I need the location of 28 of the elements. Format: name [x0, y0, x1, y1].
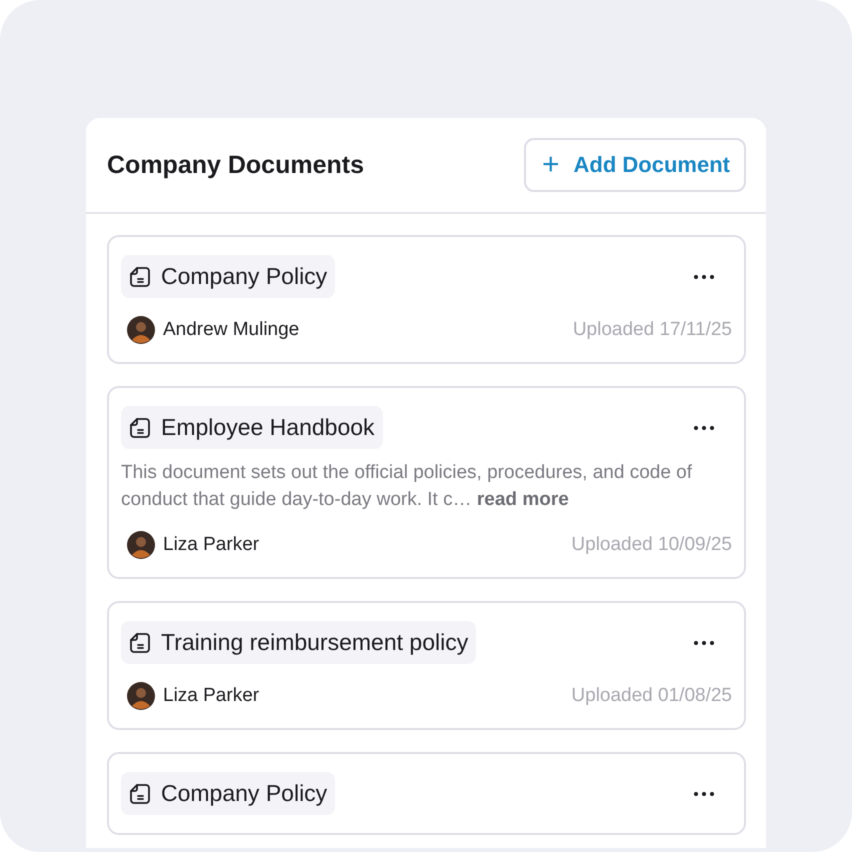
upload-date: Uploaded 01/08/25 — [571, 685, 732, 707]
upload-date: Uploaded 10/09/25 — [571, 534, 732, 556]
more-options-icon[interactable] — [692, 424, 716, 432]
document-title[interactable]: Employee Handbook — [121, 406, 383, 449]
author-name: Andrew Mulinge — [163, 319, 300, 341]
document-title[interactable]: Company Policy — [121, 255, 336, 298]
author-name: Liza Parker — [163, 534, 260, 556]
more-options-icon[interactable] — [692, 790, 716, 798]
upload-date: Uploaded 17/11/25 — [572, 319, 732, 341]
document-icon — [129, 782, 151, 804]
more-options-icon[interactable] — [692, 272, 716, 280]
document-card[interactable]: Company Policy — [107, 752, 746, 835]
document-title[interactable]: Company Policy — [121, 772, 336, 815]
avatar — [127, 682, 155, 710]
panel-title: Company Documents — [107, 150, 364, 180]
avatar — [127, 531, 155, 559]
document-card[interactable]: Employee Handbook This document sets out the official policies, procedures, and code of conduct that guide day-to-day work. It c… read more Liza Parker Uploaded 10/09/25 — [107, 386, 746, 579]
author-name: Liza Parker — [163, 685, 260, 707]
document-icon — [129, 416, 151, 438]
document-icon — [129, 632, 151, 654]
more-options-icon[interactable] — [692, 638, 716, 646]
document-icon — [129, 266, 151, 288]
add-document-button[interactable]: + Add Document — [524, 138, 746, 192]
document-description: This document sets out the official policies, procedures, and code of conduct that guide day-to-day work. It c… read more — [121, 461, 694, 512]
document-title[interactable]: Training reimbursement policy — [121, 621, 476, 664]
avatar — [127, 316, 155, 344]
document-card[interactable]: Company Policy Andrew Mulinge Uploaded 17/11/25 — [107, 235, 746, 364]
document-card[interactable]: Training reimbursement policy Liza Parker Uploaded 01/08/25 — [107, 601, 746, 730]
